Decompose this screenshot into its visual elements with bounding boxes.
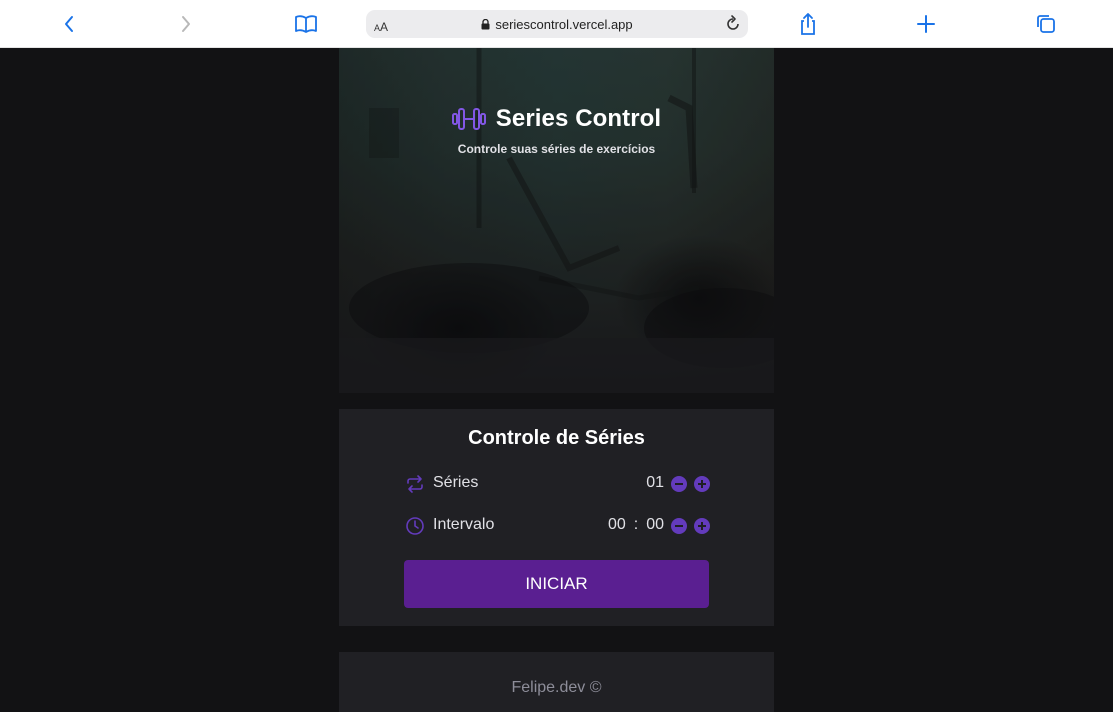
- series-control-panel: Controle de Séries Séries 01 Intervalo 0…: [339, 409, 774, 626]
- share-icon: [801, 13, 815, 35]
- series-decrement-button[interactable]: [671, 476, 687, 492]
- app-title: Series Control: [495, 105, 662, 132]
- interval-separator: :: [633, 516, 639, 533]
- lock-icon: [481, 19, 490, 30]
- interval-seconds: 00: [646, 516, 664, 533]
- interval-decrement-button[interactable]: [671, 518, 687, 534]
- url-display: seriescontrol.vercel.app: [366, 17, 748, 32]
- repeat-icon: [407, 475, 423, 493]
- interval-value: 00:00: [608, 516, 664, 534]
- plus-icon: [917, 15, 935, 33]
- hero-background: Series Control Controle suas séries de e…: [339, 48, 774, 393]
- dumbbell-icon: [451, 108, 486, 130]
- panel-title: Controle de Séries: [468, 427, 645, 449]
- bookmarks-button[interactable]: [292, 10, 320, 38]
- forward-button[interactable]: [172, 10, 200, 38]
- book-icon: [295, 15, 317, 33]
- back-button[interactable]: [55, 10, 83, 38]
- interval-increment-button[interactable]: [694, 518, 710, 534]
- reload-icon[interactable]: [723, 14, 743, 34]
- series-increment-button[interactable]: [694, 476, 710, 492]
- address-bar[interactable]: AA seriescontrol.vercel.app: [366, 10, 748, 38]
- brand: Series Control: [339, 105, 774, 133]
- new-tab-button[interactable]: [912, 10, 940, 38]
- browser-toolbar: AA seriescontrol.vercel.app: [0, 0, 1113, 48]
- gym-background-image: [339, 48, 774, 393]
- tabs-button[interactable]: [1032, 10, 1060, 38]
- app-container: Series Control Controle suas séries de e…: [339, 48, 774, 712]
- tabs-icon: [1037, 15, 1055, 33]
- series-label: Séries: [433, 474, 479, 491]
- url-text: seriescontrol.vercel.app: [495, 17, 633, 32]
- chevron-right-icon: [182, 16, 190, 32]
- chevron-left-icon: [65, 16, 73, 32]
- start-button[interactable]: INICIAR: [404, 560, 709, 608]
- app-subtitle: Controle suas séries de exercícios: [457, 142, 656, 156]
- series-value: 01: [646, 474, 664, 491]
- interval-label: Intervalo: [433, 516, 495, 533]
- footer: Felipe.dev ©: [339, 652, 774, 712]
- footer-credit: Felipe.dev ©: [511, 679, 602, 696]
- interval-row: Intervalo 00:00: [405, 513, 710, 537]
- series-row: Séries 01: [405, 471, 710, 495]
- interval-minutes: 00: [607, 516, 626, 533]
- share-button[interactable]: [794, 10, 822, 38]
- clock-icon: [406, 517, 424, 535]
